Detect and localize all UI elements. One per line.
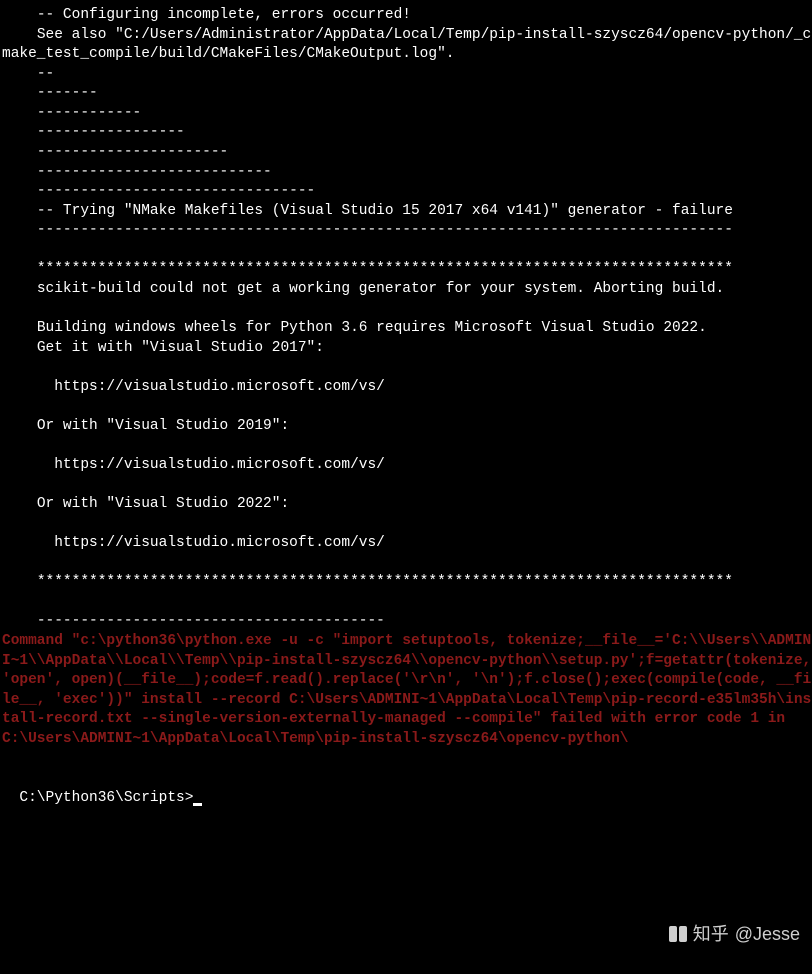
terminal-line — [2, 358, 812, 378]
cursor — [193, 803, 202, 806]
terminal-line — [2, 515, 812, 535]
terminal-line: See also "C:/Users/Administrator/AppData… — [2, 26, 812, 65]
terminal-line — [2, 299, 812, 319]
terminal-line: Building windows wheels for Python 3.6 r… — [2, 319, 812, 339]
terminal-line: -- Configuring incomplete, errors occurr… — [2, 6, 812, 26]
terminal-line — [2, 397, 812, 417]
terminal-line: https://visualstudio.microsoft.com/vs/ — [2, 378, 812, 398]
terminal-line: ---------------------- — [2, 143, 812, 163]
terminal-line — [2, 476, 812, 496]
terminal-line: Or with "Visual Studio 2022": — [2, 495, 812, 515]
watermark-brand: 知乎 — [693, 922, 729, 946]
terminal-line: ----------------- — [2, 123, 812, 143]
prompt-line[interactable]: C:\Python36\Scripts> — [2, 769, 812, 808]
terminal-line: Command "c:\python36\python.exe -u -c "i… — [2, 632, 812, 749]
terminal-line: -- — [2, 65, 812, 85]
terminal-line — [2, 593, 812, 613]
watermark: 知乎 @Jesse — [669, 922, 800, 946]
terminal-line: Get it with "Visual Studio 2017": — [2, 339, 812, 359]
terminal-line: ------------ — [2, 104, 812, 124]
terminal-line: https://visualstudio.microsoft.com/vs/ — [2, 534, 812, 554]
terminal-line: https://visualstudio.microsoft.com/vs/ — [2, 456, 812, 476]
terminal-line: ----------------------------------------… — [2, 221, 812, 241]
terminal-output: -- Configuring incomplete, errors occurr… — [2, 6, 812, 769]
zhihu-icon — [669, 926, 687, 942]
terminal-line: ****************************************… — [2, 260, 812, 280]
terminal-line: ****************************************… — [2, 573, 812, 593]
terminal-line: -------------------------------- — [2, 182, 812, 202]
terminal-line — [2, 749, 812, 769]
terminal-line: ---------------------------------------- — [2, 612, 812, 632]
terminal-line: ------- — [2, 84, 812, 104]
terminal-line — [2, 241, 812, 261]
terminal-line: scikit-build could not get a working gen… — [2, 280, 812, 300]
watermark-user: @Jesse — [735, 922, 800, 946]
prompt-text: C:\Python36\Scripts> — [19, 790, 193, 806]
terminal-line: -- Trying "NMake Makefiles (Visual Studi… — [2, 202, 812, 222]
terminal-line: Or with "Visual Studio 2019": — [2, 417, 812, 437]
terminal-line: --------------------------- — [2, 163, 812, 183]
terminal-line — [2, 554, 812, 574]
terminal-line — [2, 436, 812, 456]
